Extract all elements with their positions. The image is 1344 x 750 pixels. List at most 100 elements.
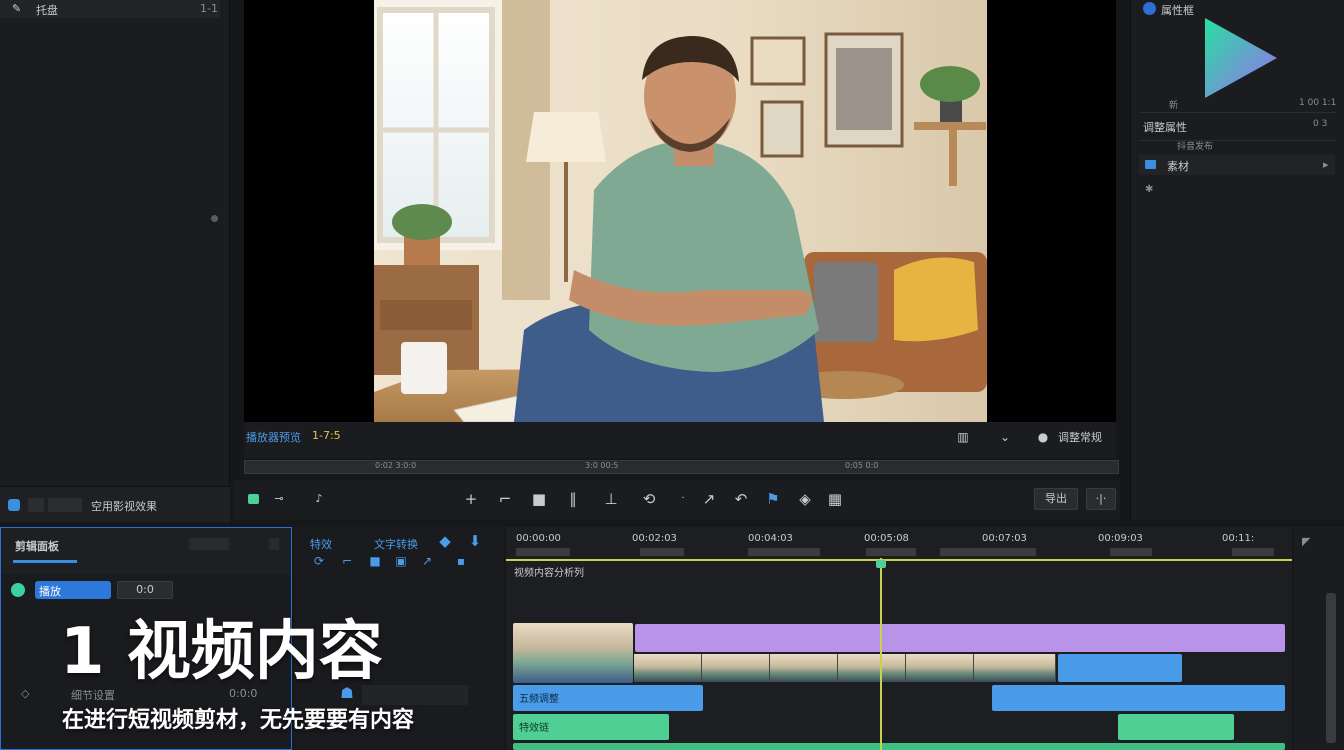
rotate-icon[interactable]: ⟲ [640, 491, 658, 507]
circle-icon[interactable]: ● [1034, 429, 1052, 445]
timeline-top-line [506, 559, 1292, 561]
divider [1139, 112, 1335, 113]
adjust-section-title[interactable]: 调整属性 [1143, 119, 1187, 135]
caption-title: 1 视频内容 [60, 615, 383, 689]
video-thumb[interactable] [770, 654, 838, 682]
grid-tool-icon[interactable]: ▦ [826, 491, 844, 507]
add-icon[interactable]: + [462, 491, 480, 507]
text-transform-tab[interactable]: 文字转换 [374, 536, 418, 552]
info-icon[interactable] [1143, 2, 1156, 15]
text-tool-icon[interactable]: ⊥ [602, 491, 620, 507]
scrub-tick: 0:05 0:0 [845, 461, 879, 470]
dot-icon[interactable]: · [674, 491, 692, 507]
track-label: 视频内容分析列 [514, 568, 584, 579]
properties-row-left: 新 [1169, 101, 1179, 111]
properties-header: 属性框 [1161, 4, 1194, 17]
crop-icon[interactable]: ⌐ [496, 491, 514, 507]
curve-icon[interactable]: ↗ [418, 553, 436, 569]
folder-icon [1145, 160, 1156, 169]
timeline-scrollbar[interactable] [1326, 593, 1336, 743]
green-clip-right[interactable] [1118, 714, 1234, 740]
effect-tool-icon[interactable]: ⟳ [310, 553, 328, 569]
audio-label: 五频调整 [519, 694, 559, 705]
media-panel-header: ✎ 托盘 1-1 [0, 0, 220, 18]
panel-btn[interactable] [189, 538, 229, 550]
blue-audio-clip-left[interactable]: 五频调整 [513, 685, 703, 711]
diamond-icon[interactable]: ◆ [436, 533, 454, 549]
green-clip-bottom[interactable] [513, 743, 1285, 750]
edit-panel-underline [13, 560, 77, 563]
scrub-tick: 0:02 3:0:0 [375, 461, 417, 470]
video-thumb[interactable] [838, 654, 906, 682]
material-sub-icon: ✱ [1145, 184, 1154, 195]
ruler-mark [940, 548, 1036, 556]
grid-icon[interactable]: ▥ [954, 429, 972, 445]
video-frame[interactable] [374, 0, 987, 422]
play-chip[interactable]: 播放 [35, 581, 111, 599]
effect-label: 空用影视效果 [91, 500, 157, 513]
grid-small-icon[interactable]: ▣ [392, 553, 410, 569]
undo-icon[interactable]: ↶ [732, 491, 750, 507]
panel-scroll-dot[interactable] [211, 215, 218, 222]
play-chip-label: 播放 [39, 585, 61, 598]
download-icon[interactable]: ⬇ [466, 533, 484, 549]
caption-subtitle: 在进行短视频剪材，无先要要有内容 [62, 708, 415, 733]
green-clip-left[interactable]: 特效链 [513, 714, 669, 740]
divider [1139, 140, 1335, 141]
material-label: 素材 [1167, 160, 1189, 173]
timeline-side-panel: ◤ [1294, 527, 1344, 750]
play-logo-icon [1205, 18, 1277, 98]
playhead-handle[interactable] [876, 560, 886, 568]
panel-btn[interactable] [269, 538, 279, 550]
box-tool-icon[interactable]: ▪ [452, 553, 470, 569]
media-panel [0, 0, 230, 520]
effects-tab[interactable]: 特效 [310, 536, 332, 552]
preview-scrubber[interactable]: 0:02 3:0:0 3:0 00:5 0:05 0:0 [244, 460, 1119, 474]
blue-clip-short[interactable] [1058, 654, 1182, 682]
snapshot-icon[interactable] [248, 494, 259, 504]
speed-icon[interactable]: ↗ [700, 491, 718, 507]
video-thumb[interactable] [974, 654, 1056, 682]
edit-toolbar: ⊸ ♪ + ⌐ ■ ∥ ⊥ ⟲ · ↗ ↶ ⚑ ◈ ▦ 导出 ·|· [234, 480, 1120, 520]
side-arrow-icon[interactable]: ◤ [1302, 535, 1310, 548]
frame-icon[interactable]: ■ [530, 491, 548, 507]
audio-icon[interactable]: ♪ [310, 491, 328, 507]
ruler-mark [748, 548, 820, 556]
status-dot-icon [11, 583, 25, 597]
material-row[interactable]: 素材 ▸ [1139, 155, 1335, 175]
media-panel-footer: 空用影视效果 [0, 486, 230, 522]
viewer-adjust-label[interactable]: 调整常规 [1058, 429, 1102, 445]
effect-toggle[interactable] [28, 498, 44, 512]
ruler-label: 00:09:03 [1098, 533, 1143, 544]
edit-panel-title: 剪辑面板 [15, 540, 59, 553]
flag-icon[interactable]: ⚑ [764, 491, 782, 507]
material-caret-icon: ▸ [1323, 158, 1329, 171]
blue-audio-clip-right[interactable] [992, 685, 1285, 711]
ruler-label: 00:05:08 [864, 533, 909, 544]
square-tool-icon[interactable]: ■ [366, 553, 384, 569]
playhead[interactable] [880, 558, 882, 750]
ruler-label: 00:02:03 [632, 533, 677, 544]
purple-clip[interactable] [635, 624, 1285, 652]
media-panel-counter: 1-1 [200, 2, 218, 15]
crop-tool-icon[interactable]: ⌐ [338, 553, 356, 569]
video-thumb[interactable] [906, 654, 974, 682]
chevron-down-icon[interactable]: ⌄ [996, 429, 1014, 445]
chip-value-button[interactable]: 0:0 [117, 581, 173, 599]
ruler-label: 00:04:03 [748, 533, 793, 544]
row-icon: ◇ [21, 687, 30, 700]
more-button[interactable]: ·|· [1086, 488, 1116, 510]
video-thumb[interactable] [702, 654, 770, 682]
viewer-mode-label[interactable]: 播放器预览 [246, 429, 301, 445]
split-icon[interactable]: ∥ [564, 491, 582, 507]
properties-panel: 属性框 新 1 00 1:1 调整属性 0 3 抖音发布 素材 ▸ ✱ [1130, 0, 1344, 520]
effect-icon[interactable] [8, 499, 20, 511]
video-thumb[interactable] [634, 654, 702, 682]
effect-slider[interactable] [48, 498, 82, 512]
export-button[interactable]: 导出 [1034, 488, 1078, 510]
link-icon[interactable]: ⊸ [270, 491, 288, 507]
video-clip-main[interactable] [513, 623, 633, 683]
viewer-bar: 播放器预览 1-7:5 ▥ ⌄ ● 调整常规 [244, 422, 1116, 458]
fill-icon[interactable]: ◈ [796, 491, 814, 507]
ruler-mark [516, 548, 570, 556]
